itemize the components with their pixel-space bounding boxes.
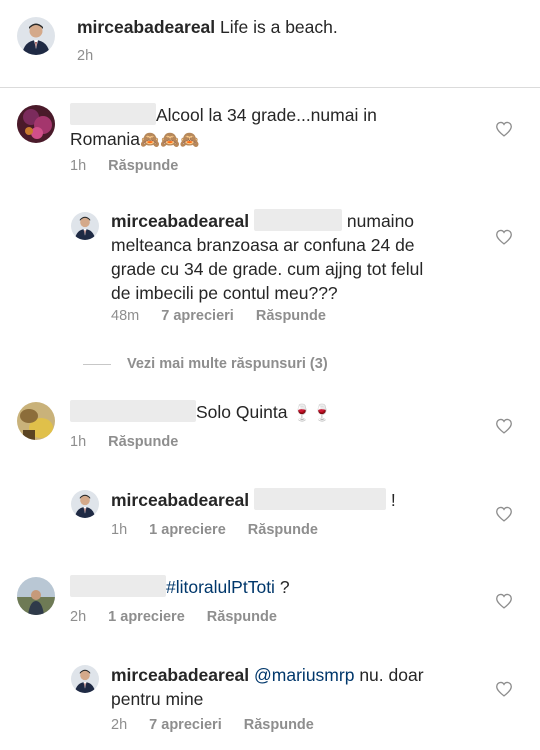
heart-outline-icon[interactable]	[495, 418, 513, 434]
likes-count[interactable]: 1 apreciere	[108, 609, 185, 625]
reply-meta: 48m 7 aprecieri Răspunde	[111, 308, 326, 324]
profile-photo	[71, 212, 99, 240]
reply-text: mirceabadeareal @mariusmrp nu. doar pent…	[111, 665, 424, 709]
username[interactable]: mirceabadeareal	[111, 211, 249, 231]
reply-meta: 1h 1 apreciere Răspunde	[111, 522, 318, 538]
reply-meta: 2h 7 aprecieri Răspunde	[111, 717, 314, 733]
comment-text: Solo Quinta 🍷🍷	[70, 400, 480, 426]
comment-text: #litoralulPtToti ?	[70, 575, 480, 599]
caption-time: 2h	[77, 48, 94, 64]
mention-link[interactable]: @mariusmrp	[254, 665, 354, 685]
divider-line	[83, 363, 111, 365]
heart-outline-icon[interactable]	[495, 506, 513, 522]
reply-time: 1h	[111, 522, 128, 538]
heart-outline-icon[interactable]	[495, 121, 513, 137]
username[interactable]: mirceabadeareal	[111, 665, 249, 685]
hashtag-link[interactable]: #litoralulPtToti	[166, 577, 275, 597]
caption-text: mirceabadeareal Life is a beach.	[77, 15, 338, 39]
heart-outline-icon[interactable]	[495, 229, 513, 245]
avatar[interactable]	[71, 665, 99, 693]
heart-outline-icon[interactable]	[495, 681, 513, 697]
avatar[interactable]	[71, 212, 99, 240]
comment-meta: 1h Răspunde	[70, 158, 178, 174]
reply-time: 2h	[111, 717, 128, 733]
reply-button[interactable]: Răspunde	[108, 434, 178, 450]
comment-meta: 2h 1 apreciere Răspunde	[70, 609, 277, 625]
username[interactable]: mirceabadeareal	[111, 490, 249, 510]
likes-count[interactable]: 1 apreciere	[149, 522, 226, 538]
likes-count[interactable]: 7 aprecieri	[161, 308, 234, 324]
avatar[interactable]	[17, 105, 55, 143]
redacted-username	[70, 575, 166, 597]
reply-button[interactable]: Răspunde	[256, 308, 326, 324]
profile-photo	[71, 490, 99, 518]
profile-photo	[71, 665, 99, 693]
reply-button[interactable]: Răspunde	[248, 522, 318, 538]
avatar[interactable]	[71, 490, 99, 518]
reply-button[interactable]: Răspunde	[244, 717, 314, 733]
wine-glass-icon: 🍷🍷	[292, 405, 333, 422]
redacted-mention	[254, 488, 387, 510]
comment-time: 1h	[70, 434, 87, 450]
avatar[interactable]	[17, 577, 55, 615]
reply-text: mirceabadeareal numaino melteanca branzo…	[111, 209, 424, 303]
profile-photo	[17, 577, 55, 615]
profile-photo	[17, 17, 55, 55]
username[interactable]: mirceabadeareal	[77, 17, 215, 37]
reply-button[interactable]: Răspunde	[108, 158, 178, 174]
profile-photo	[17, 402, 55, 440]
reply-time: 48m	[111, 308, 140, 324]
reply-button[interactable]: Răspunde	[207, 609, 277, 625]
profile-photo	[17, 105, 55, 143]
comment-meta: 1h Răspunde	[70, 434, 178, 450]
view-more-replies[interactable]: Vezi mai multe răspunsuri (3)	[83, 356, 328, 372]
comment-time: 2h	[70, 609, 87, 625]
divider	[0, 87, 540, 88]
redacted-mention	[254, 209, 343, 231]
comment-time: 1h	[70, 158, 87, 174]
redacted-username	[70, 400, 196, 422]
caption-body: Life is a beach.	[220, 17, 338, 37]
heart-outline-icon[interactable]	[495, 593, 513, 609]
see-no-evil-monkey-icon: 🙈🙈🙈	[140, 132, 200, 149]
likes-count[interactable]: 7 aprecieri	[149, 717, 222, 733]
reply-text: mirceabadeareal !	[111, 488, 396, 510]
comment-text: Alcool la 34 grade...numai in Romania🙈🙈🙈	[70, 103, 480, 153]
avatar[interactable]	[17, 402, 55, 440]
redacted-username	[70, 103, 156, 125]
avatar[interactable]	[17, 17, 55, 55]
